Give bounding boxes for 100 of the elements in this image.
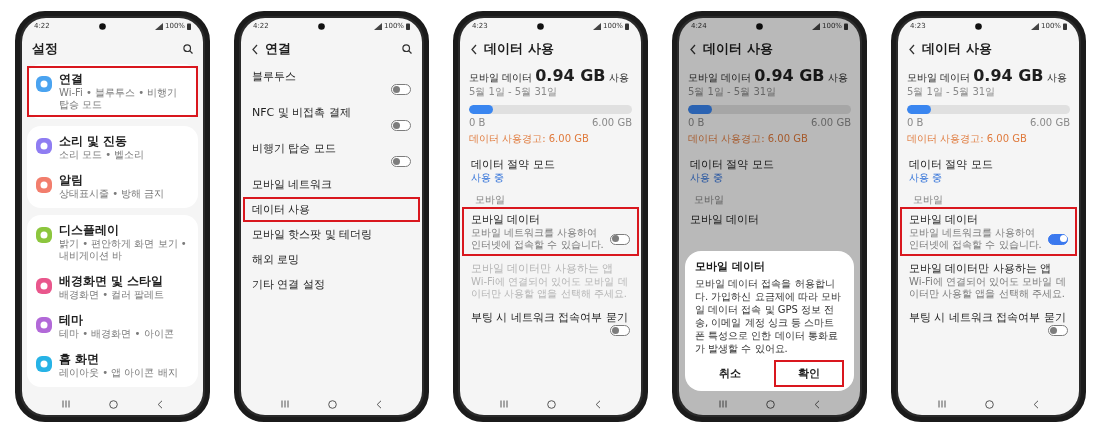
usage-label: 모바일 데이터	[688, 71, 752, 85]
section-label: 모바일	[912, 193, 944, 207]
screen-title: 데이터 사용	[484, 40, 555, 58]
home-icon[interactable]	[766, 399, 775, 409]
toggle-switch[interactable]	[391, 84, 411, 95]
battery-icon	[625, 22, 629, 30]
toggle-switch[interactable]	[1048, 233, 1068, 245]
bar-max-label: 6.00 GB	[810, 117, 851, 128]
settings-item[interactable]: 홈 화면 레이아웃 • 앱 아이콘 배지	[27, 346, 198, 385]
settings-item[interactable]: 디스플레이 밝기 • 편안하게 화면 보기 • 내비게이션 바	[27, 217, 198, 268]
usage-suffix: 사용	[827, 71, 848, 85]
item-subtitle: 소리 모드 • 벨소리	[59, 149, 145, 161]
battery-icon	[187, 22, 191, 30]
settings-row[interactable]: 모바일 데이터	[681, 207, 858, 232]
section-label: 모바일	[474, 193, 506, 207]
settings-row[interactable]: 모바일 데이터만 사용하는 앱 Wi-Fi에 연결되어 있어도 모바일 데이터만 사용할 앱을 선택해 주세요.	[900, 256, 1077, 305]
camera-icon	[755, 22, 763, 30]
usage-label: 모바일 데이터	[469, 71, 533, 85]
item-title: 알림	[59, 173, 84, 188]
bar-min-label: 0 B	[907, 117, 924, 128]
settings-row[interactable]: 해외 로밍	[243, 247, 420, 272]
settings-row[interactable]: 데이터 절약 모드 사용 중	[681, 152, 858, 189]
screen-title: 설정	[32, 40, 59, 58]
recents-icon[interactable]	[61, 400, 70, 408]
settings-row[interactable]: 기타 연결 설정	[243, 272, 420, 297]
home-icon[interactable]	[328, 399, 337, 409]
row-title: 기타 연결 설정	[252, 277, 326, 292]
usage-amount: 0.94 GB	[535, 66, 606, 85]
settings-item[interactable]: 배경화면 및 스타일 배경화면 • 컬러 팔레트	[27, 268, 198, 307]
toggle-switch[interactable]	[391, 156, 411, 167]
toggle-switch[interactable]	[1048, 325, 1068, 336]
row-title: 비행기 탑승 모드	[252, 141, 337, 156]
settings-row[interactable]: 데이터 절약 모드 사용 중	[900, 152, 1077, 189]
home-icon[interactable]	[985, 399, 994, 409]
toggle-switch[interactable]	[391, 120, 411, 131]
back-icon[interactable]	[689, 43, 697, 55]
battery-icon	[406, 22, 410, 30]
screen-title: 연결	[265, 40, 292, 58]
row-title: 데이터 절약 모드	[690, 157, 775, 172]
row-title: NFC 및 비접촉 결제	[252, 105, 352, 120]
recents-icon[interactable]	[718, 400, 727, 408]
usage-suffix: 사용	[608, 71, 629, 85]
settings-row[interactable]: NFC 및 비접촉 결제	[243, 100, 420, 136]
recents-icon[interactable]	[937, 400, 946, 408]
row-subtitle: 사용 중	[471, 172, 506, 184]
usage-amount: 0.94 GB	[754, 66, 825, 85]
item-subtitle: 상태표시줄 • 방해 금지	[59, 188, 165, 200]
settings-row[interactable]: 모바일 핫스팟 및 테더링	[243, 222, 420, 247]
row-title: 해외 로밍	[252, 252, 301, 267]
row-title: 모바일 데이터만 사용하는 앱	[909, 261, 1053, 276]
settings-row[interactable]: 모바일 데이터 모바일 네트워크를 사용하여 인터넷에 접속할 수 있습니다.	[900, 207, 1077, 256]
settings-row[interactable]: 모바일 데이터 모바일 네트워크를 사용하여 인터넷에 접속할 수 있습니다.	[462, 207, 639, 256]
item-subtitle: Wi-Fi • 블루투스 • 비행기 탑승 모드	[59, 87, 179, 111]
settings-row[interactable]: 비행기 탑승 모드	[243, 136, 420, 172]
item-title: 배경화면 및 스타일	[59, 274, 165, 289]
row-title: 데이터 절약 모드	[471, 157, 556, 172]
camera-icon	[317, 22, 325, 30]
settings-row[interactable]: 블루투스	[243, 64, 420, 100]
row-subtitle: 사용 중	[909, 172, 944, 184]
row-title: 모바일 데이터	[471, 212, 542, 227]
search-icon[interactable]	[402, 44, 412, 54]
bar-min-label: 0 B	[469, 117, 486, 128]
row-title: 모바일 데이터	[690, 212, 761, 227]
row-title: 모바일 핫스팟 및 테더링	[252, 227, 374, 242]
usage-period: 5월 1일 - 5월 31일	[469, 85, 559, 99]
settings-row[interactable]: 데이터 절약 모드 사용 중	[462, 152, 639, 189]
recents-icon[interactable]	[280, 400, 289, 408]
dialog-button[interactable]: 취소	[695, 360, 766, 387]
item-title: 소리 및 진동	[59, 134, 129, 149]
signal-icon	[1031, 22, 1039, 30]
row-subtitle: Wi-Fi에 연결되어 있어도 모바일 데이터만 사용할 앱을 선택해 주세요.	[909, 276, 1067, 300]
settings-item[interactable]: 소리 및 진동 소리 모드 • 벨소리	[27, 128, 198, 167]
settings-row[interactable]: 모바일 네트워크	[243, 172, 420, 197]
toggle-switch[interactable]	[610, 233, 630, 245]
row-subtitle: 모바일 네트워크를 사용하여 인터넷에 접속할 수 있습니다.	[909, 227, 1042, 251]
settings-row[interactable]: 부팅 시 네트워크 접속여부 묻기	[900, 305, 1077, 341]
item-subtitle: 배경화면 • 컬러 팔레트	[59, 289, 165, 301]
settings-item[interactable]: 연결 Wi-Fi • 블루투스 • 비행기 탑승 모드	[27, 66, 198, 117]
settings-item[interactable]: 알림 상태표시줄 • 방해 금지	[27, 167, 198, 206]
toggle-switch[interactable]	[610, 325, 630, 336]
item-title: 연결	[59, 72, 84, 87]
home-icon[interactable]	[547, 399, 556, 409]
signal-icon	[155, 22, 163, 30]
home-icon[interactable]	[109, 399, 118, 409]
item-subtitle: 테마 • 배경화면 • 아이콘	[59, 328, 174, 340]
settings-row[interactable]: 데이터 사용	[243, 197, 420, 222]
row-title: 블루투스	[252, 69, 297, 84]
row-subtitle: 사용 중	[690, 172, 725, 184]
back-icon[interactable]	[470, 43, 478, 55]
usage-label: 모바일 데이터	[907, 71, 971, 85]
recents-icon[interactable]	[499, 400, 508, 408]
back-icon[interactable]	[251, 43, 259, 55]
dialog-button[interactable]: 확인	[773, 360, 844, 387]
screen-title: 데이터 사용	[703, 40, 774, 58]
settings-item[interactable]: 테마 테마 • 배경화면 • 아이콘	[27, 307, 198, 346]
back-icon[interactable]	[908, 43, 916, 55]
settings-row[interactable]: 부팅 시 네트워크 접속여부 묻기	[462, 305, 639, 341]
search-icon[interactable]	[183, 44, 193, 54]
bar-max-label: 6.00 GB	[591, 117, 632, 128]
dialog-title: 모바일 데이터	[695, 259, 766, 274]
